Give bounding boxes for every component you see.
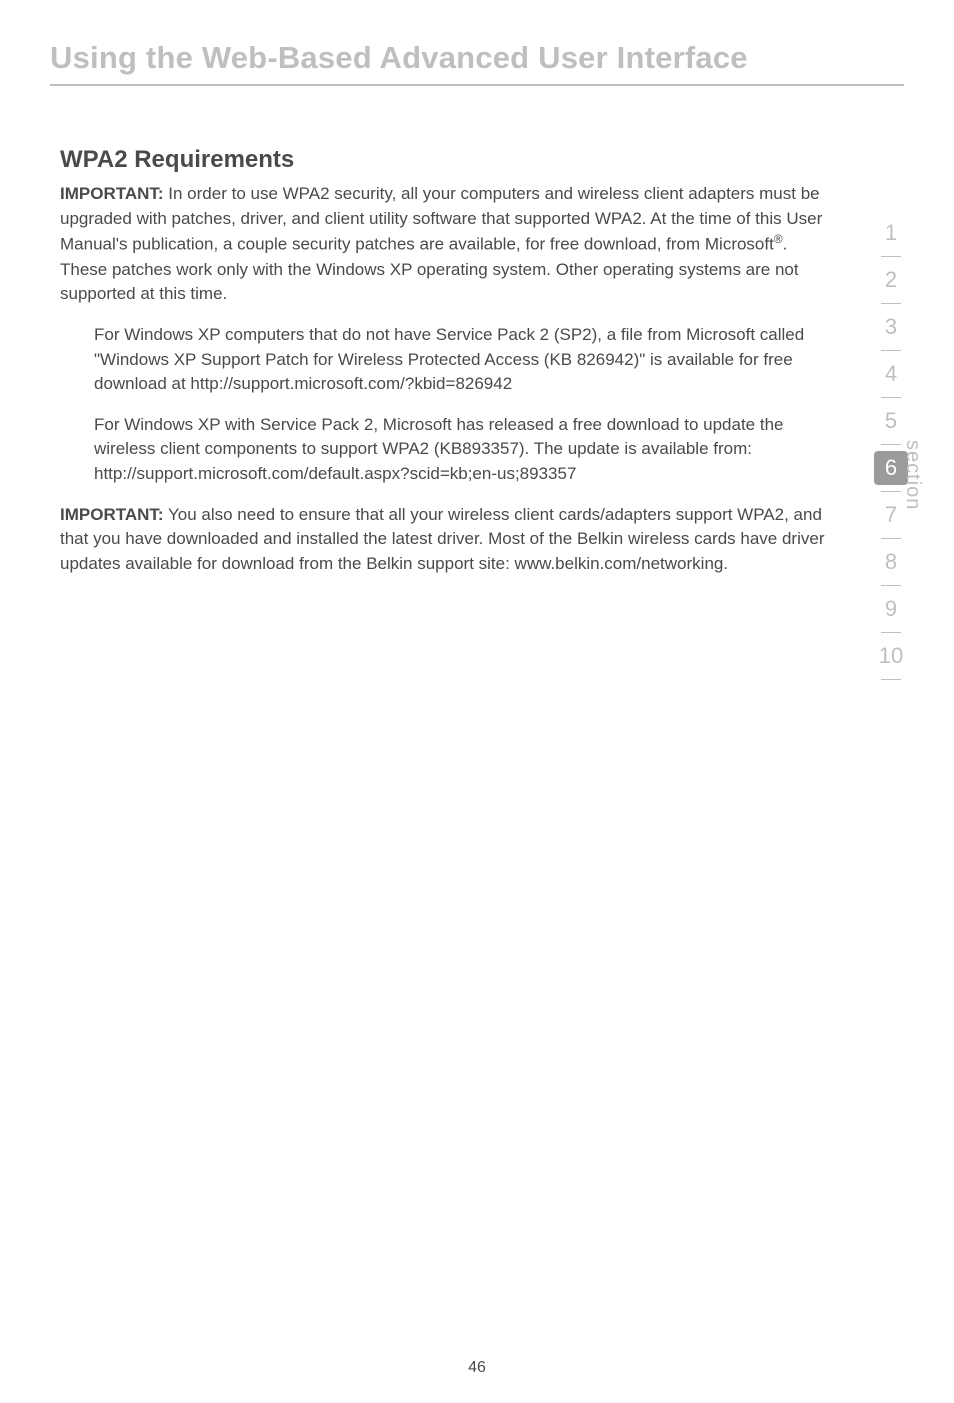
section-tab-1[interactable]: 1: [874, 216, 908, 250]
section-tab-9[interactable]: 9: [874, 592, 908, 626]
paragraph-indent-1: For Windows XP computers that do not hav…: [94, 323, 826, 397]
page-header: Using the Web-Based Advanced User Interf…: [50, 40, 904, 86]
paragraph-important-1: IMPORTANT: In order to use WPA2 security…: [60, 182, 826, 307]
main-content: WPA2 Requirements IMPORTANT: In order to…: [60, 146, 826, 577]
section-tab-4[interactable]: 4: [874, 357, 908, 391]
important-label: IMPORTANT:: [60, 505, 164, 524]
paragraph-text: You also need to ensure that all your wi…: [60, 505, 824, 573]
paragraph-indent-2: For Windows XP with Service Pack 2, Micr…: [94, 413, 826, 487]
section-heading: WPA2 Requirements: [60, 146, 826, 174]
important-label: IMPORTANT:: [60, 184, 164, 203]
nav-separator: [881, 397, 901, 398]
section-tab-3[interactable]: 3: [874, 310, 908, 344]
nav-separator: [881, 444, 901, 445]
section-nav: section 1 2 3 4 5 6 7 8 9 10: [864, 210, 918, 680]
nav-separator: [881, 350, 901, 351]
section-tab-8[interactable]: 8: [874, 545, 908, 579]
nav-separator: [881, 256, 901, 257]
section-tab-5[interactable]: 5: [874, 404, 908, 438]
paragraph-text: In order to use WPA2 security, all your …: [60, 184, 822, 254]
registered-mark: ®: [774, 232, 783, 246]
section-tab-2[interactable]: 2: [874, 263, 908, 297]
nav-separator: [881, 679, 901, 680]
section-nav-label: section: [901, 440, 924, 510]
page-number: 46: [0, 1359, 954, 1377]
page-title: Using the Web-Based Advanced User Interf…: [50, 40, 904, 76]
nav-separator: [881, 632, 901, 633]
nav-separator: [881, 585, 901, 586]
nav-separator: [881, 303, 901, 304]
paragraph-important-2: IMPORTANT: You also need to ensure that …: [60, 503, 826, 577]
nav-separator: [881, 491, 901, 492]
nav-separator: [881, 538, 901, 539]
section-tab-10[interactable]: 10: [874, 639, 908, 673]
